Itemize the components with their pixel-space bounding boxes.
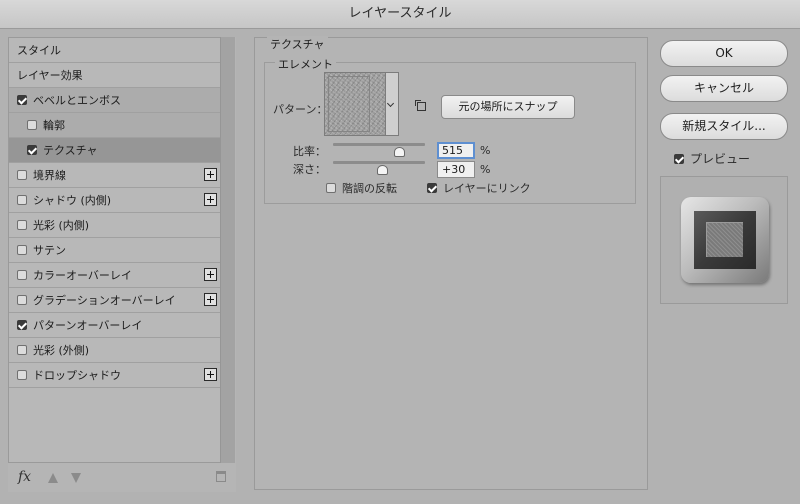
style-item-label: テクスチャ xyxy=(43,144,98,157)
style-item-label: グラデーションオーバーレイ xyxy=(33,294,176,307)
style-item[interactable]: ベベルとエンボス xyxy=(9,88,221,113)
style-item[interactable]: スタイル xyxy=(9,38,221,63)
style-item-label: パターンオーバーレイ xyxy=(33,319,143,332)
style-item[interactable]: シャドウ (内側) xyxy=(9,188,221,213)
depth-slider-thumb[interactable] xyxy=(376,165,388,175)
preview-option[interactable]: プレビュー xyxy=(674,150,750,167)
window-title: レイヤースタイル xyxy=(0,0,800,29)
new-style-button[interactable]: 新規スタイル... xyxy=(660,113,788,140)
pattern-swatch[interactable] xyxy=(324,72,386,136)
style-item-label: ドロップシャドウ xyxy=(33,369,121,382)
preview-bevel-outer xyxy=(681,197,769,283)
style-item-label: レイヤー効果 xyxy=(17,69,83,82)
move-down-icon[interactable] xyxy=(71,473,81,483)
style-checkbox[interactable] xyxy=(17,195,27,205)
style-preview xyxy=(660,176,788,304)
scale-slider-track[interactable] xyxy=(333,143,425,146)
style-item[interactable]: 輪郭 xyxy=(9,113,221,138)
scale-input[interactable]: 515 xyxy=(437,142,475,159)
element-group: エレメント パターン： 元の場所にスナップ 比率： 515 % 深さ： +30 … xyxy=(264,56,636,204)
styles-list: スタイルレイヤー効果ベベルとエンボス輪郭テクスチャ境界線シャドウ (内側) 光彩 … xyxy=(8,37,221,463)
scale-slider-thumb[interactable] xyxy=(394,147,406,157)
style-item[interactable]: パターンオーバーレイ xyxy=(9,313,221,338)
style-checkbox[interactable] xyxy=(17,95,27,105)
style-item-label: 光彩 (内側) xyxy=(33,219,90,232)
styles-footer: fx xyxy=(8,465,236,491)
style-checkbox[interactable] xyxy=(17,345,27,355)
styles-scrollbar[interactable] xyxy=(220,37,235,463)
preview-texture xyxy=(706,222,743,257)
add-effect-icon[interactable] xyxy=(204,268,217,281)
fx-menu-button[interactable]: fx xyxy=(18,469,31,485)
style-checkbox[interactable] xyxy=(17,295,27,305)
preview-checkbox[interactable] xyxy=(674,153,684,164)
style-item[interactable]: レイヤー効果 xyxy=(9,63,221,88)
style-item-label: シャドウ (内側) xyxy=(33,194,112,207)
add-effect-icon[interactable] xyxy=(204,293,217,306)
ok-button[interactable]: OK xyxy=(660,40,788,67)
style-checkbox[interactable] xyxy=(17,245,27,255)
trash-icon[interactable] xyxy=(216,471,226,482)
style-item[interactable]: 光彩 (外側) xyxy=(9,338,221,363)
scale-label: 比率： xyxy=(293,145,326,158)
style-checkbox[interactable] xyxy=(27,145,37,155)
style-item-label: スタイル xyxy=(17,44,61,57)
style-item[interactable]: テクスチャ xyxy=(9,138,221,163)
move-up-icon[interactable] xyxy=(48,473,58,483)
invert-checkbox[interactable] xyxy=(326,183,336,193)
depth-slider-track[interactable] xyxy=(333,161,425,164)
link-option[interactable]: レイヤーにリンク xyxy=(427,180,531,196)
add-effect-icon[interactable] xyxy=(204,193,217,206)
pattern-label: パターン： xyxy=(273,103,328,116)
preview-label: プレビュー xyxy=(690,152,751,166)
depth-label: 深さ： xyxy=(293,163,326,176)
style-checkbox[interactable] xyxy=(27,120,37,130)
style-item[interactable]: サテン xyxy=(9,238,221,263)
link-label: レイヤーにリンク xyxy=(443,182,531,195)
style-checkbox[interactable] xyxy=(17,270,27,280)
style-item[interactable]: グラデーションオーバーレイ xyxy=(9,288,221,313)
preview-bevel-inner xyxy=(694,211,756,269)
style-item[interactable]: カラーオーバーレイ xyxy=(9,263,221,288)
styles-panel: スタイルレイヤー効果ベベルとエンボス輪郭テクスチャ境界線シャドウ (内側) 光彩 … xyxy=(8,37,236,492)
style-item-label: 光彩 (外側) xyxy=(33,344,90,357)
new-preset-icon[interactable] xyxy=(415,100,426,111)
style-item-label: 境界線 xyxy=(33,169,66,182)
link-with-layer-checkbox[interactable] xyxy=(427,183,437,193)
snap-to-origin-button[interactable]: 元の場所にスナップ xyxy=(441,95,575,119)
style-item-label: サテン xyxy=(33,244,66,257)
depth-unit: % xyxy=(480,163,491,176)
style-item[interactable]: 境界線 xyxy=(9,163,221,188)
style-item-label: 輪郭 xyxy=(43,119,65,132)
pattern-preview xyxy=(328,76,370,132)
style-item-label: カラーオーバーレイ xyxy=(33,269,132,282)
style-item-label: ベベルとエンボス xyxy=(33,94,121,107)
invert-option[interactable]: 階調の反転 xyxy=(326,180,397,196)
add-effect-icon[interactable] xyxy=(204,368,217,381)
style-checkbox[interactable] xyxy=(17,170,27,180)
cancel-button[interactable]: キャンセル xyxy=(660,75,788,102)
scale-unit: % xyxy=(480,144,491,157)
element-group-title: エレメント xyxy=(275,56,336,72)
style-checkbox[interactable] xyxy=(17,320,27,330)
section-title: テクスチャ xyxy=(267,36,328,52)
invert-label: 階調の反転 xyxy=(342,182,397,195)
style-item[interactable]: ドロップシャドウ xyxy=(9,363,221,388)
style-checkbox[interactable] xyxy=(17,370,27,380)
depth-input[interactable]: +30 xyxy=(437,161,475,178)
style-item[interactable]: 光彩 (内側) xyxy=(9,213,221,238)
style-checkbox[interactable] xyxy=(17,220,27,230)
texture-settings-panel: テクスチャ エレメント パターン： 元の場所にスナップ 比率： 515 % 深さ… xyxy=(254,36,648,490)
pattern-dropdown-chevron-icon[interactable] xyxy=(386,72,399,136)
add-effect-icon[interactable] xyxy=(204,168,217,181)
